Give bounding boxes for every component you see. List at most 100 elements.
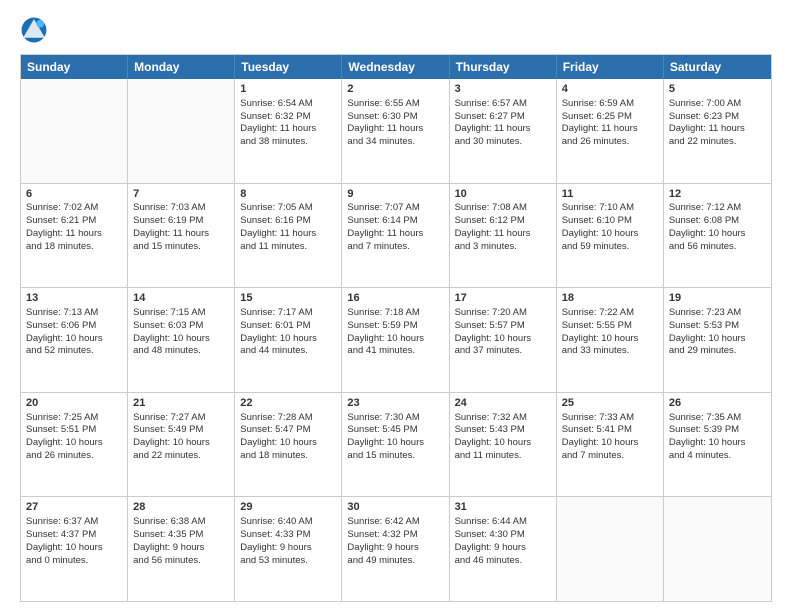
day-info-line: Sunset: 5:57 PM xyxy=(455,320,551,333)
day-number: 8 xyxy=(240,187,336,202)
day-info-line: and 7 minutes. xyxy=(347,241,443,254)
day-info-line: Daylight: 10 hours xyxy=(455,333,551,346)
day-info-line: Sunset: 5:41 PM xyxy=(562,424,658,437)
day-info-line: Sunrise: 7:17 AM xyxy=(240,307,336,320)
day-number: 22 xyxy=(240,396,336,411)
day-info-line: Sunset: 5:51 PM xyxy=(26,424,122,437)
day-info-line: Sunset: 5:53 PM xyxy=(669,320,766,333)
day-info-line: and 30 minutes. xyxy=(455,136,551,149)
day-cell-7: 7Sunrise: 7:03 AMSunset: 6:19 PMDaylight… xyxy=(128,184,235,288)
day-number: 13 xyxy=(26,291,122,306)
day-cell-8: 8Sunrise: 7:05 AMSunset: 6:16 PMDaylight… xyxy=(235,184,342,288)
day-info-line: Sunrise: 7:10 AM xyxy=(562,202,658,215)
day-info-line: Sunset: 6:06 PM xyxy=(26,320,122,333)
day-info-line: and 18 minutes. xyxy=(240,450,336,463)
day-info-line: Sunrise: 7:07 AM xyxy=(347,202,443,215)
empty-cell xyxy=(128,79,235,183)
day-info-line: Sunset: 5:45 PM xyxy=(347,424,443,437)
day-number: 21 xyxy=(133,396,229,411)
day-info-line: and 26 minutes. xyxy=(26,450,122,463)
day-info-line: Sunset: 6:25 PM xyxy=(562,111,658,124)
day-cell-14: 14Sunrise: 7:15 AMSunset: 6:03 PMDayligh… xyxy=(128,288,235,392)
day-info-line: and 0 minutes. xyxy=(26,555,122,568)
day-info-line: and 37 minutes. xyxy=(455,345,551,358)
day-info-line: and 52 minutes. xyxy=(26,345,122,358)
day-info-line: and 11 minutes. xyxy=(240,241,336,254)
day-info-line: Sunset: 6:10 PM xyxy=(562,215,658,228)
day-info-line: Sunset: 6:23 PM xyxy=(669,111,766,124)
day-info-line: Sunset: 6:08 PM xyxy=(669,215,766,228)
day-cell-12: 12Sunrise: 7:12 AMSunset: 6:08 PMDayligh… xyxy=(664,184,771,288)
day-number: 20 xyxy=(26,396,122,411)
day-cell-18: 18Sunrise: 7:22 AMSunset: 5:55 PMDayligh… xyxy=(557,288,664,392)
logo xyxy=(20,16,52,44)
day-cell-16: 16Sunrise: 7:18 AMSunset: 5:59 PMDayligh… xyxy=(342,288,449,392)
day-cell-13: 13Sunrise: 7:13 AMSunset: 6:06 PMDayligh… xyxy=(21,288,128,392)
day-number: 27 xyxy=(26,500,122,515)
day-number: 24 xyxy=(455,396,551,411)
weekday-header-wednesday: Wednesday xyxy=(342,55,449,79)
day-number: 30 xyxy=(347,500,443,515)
day-info-line: Sunset: 5:49 PM xyxy=(133,424,229,437)
header xyxy=(20,16,772,44)
day-cell-28: 28Sunrise: 6:38 AMSunset: 4:35 PMDayligh… xyxy=(128,497,235,601)
day-info-line: and 3 minutes. xyxy=(455,241,551,254)
day-cell-21: 21Sunrise: 7:27 AMSunset: 5:49 PMDayligh… xyxy=(128,393,235,497)
day-number: 1 xyxy=(240,82,336,97)
calendar-header: SundayMondayTuesdayWednesdayThursdayFrid… xyxy=(21,55,771,79)
weekday-header-sunday: Sunday xyxy=(21,55,128,79)
day-cell-6: 6Sunrise: 7:02 AMSunset: 6:21 PMDaylight… xyxy=(21,184,128,288)
day-cell-19: 19Sunrise: 7:23 AMSunset: 5:53 PMDayligh… xyxy=(664,288,771,392)
day-number: 16 xyxy=(347,291,443,306)
day-cell-22: 22Sunrise: 7:28 AMSunset: 5:47 PMDayligh… xyxy=(235,393,342,497)
day-info-line: Sunrise: 6:38 AM xyxy=(133,516,229,529)
day-cell-3: 3Sunrise: 6:57 AMSunset: 6:27 PMDaylight… xyxy=(450,79,557,183)
day-info-line: Daylight: 10 hours xyxy=(562,228,658,241)
day-cell-27: 27Sunrise: 6:37 AMSunset: 4:37 PMDayligh… xyxy=(21,497,128,601)
day-number: 6 xyxy=(26,187,122,202)
day-info-line: and 46 minutes. xyxy=(455,555,551,568)
day-info-line: Daylight: 10 hours xyxy=(240,437,336,450)
day-info-line: Daylight: 10 hours xyxy=(133,437,229,450)
day-info-line: Sunset: 6:03 PM xyxy=(133,320,229,333)
day-info-line: Sunset: 5:59 PM xyxy=(347,320,443,333)
day-info-line: Sunrise: 6:57 AM xyxy=(455,98,551,111)
day-number: 15 xyxy=(240,291,336,306)
weekday-header-friday: Friday xyxy=(557,55,664,79)
day-info-line: Sunset: 6:12 PM xyxy=(455,215,551,228)
day-info-line: Sunrise: 7:02 AM xyxy=(26,202,122,215)
day-number: 26 xyxy=(669,396,766,411)
day-info-line: Sunrise: 7:33 AM xyxy=(562,412,658,425)
day-number: 25 xyxy=(562,396,658,411)
day-info-line: Sunrise: 7:27 AM xyxy=(133,412,229,425)
day-number: 28 xyxy=(133,500,229,515)
day-info-line: and 4 minutes. xyxy=(669,450,766,463)
day-info-line: and 53 minutes. xyxy=(240,555,336,568)
day-cell-4: 4Sunrise: 6:59 AMSunset: 6:25 PMDaylight… xyxy=(557,79,664,183)
empty-cell xyxy=(664,497,771,601)
day-info-line: Sunrise: 6:59 AM xyxy=(562,98,658,111)
day-info-line: and 26 minutes. xyxy=(562,136,658,149)
day-info-line: and 11 minutes. xyxy=(455,450,551,463)
day-info-line: Sunrise: 7:08 AM xyxy=(455,202,551,215)
day-info-line: Daylight: 11 hours xyxy=(347,123,443,136)
day-info-line: and 34 minutes. xyxy=(347,136,443,149)
day-number: 2 xyxy=(347,82,443,97)
day-info-line: Sunrise: 6:40 AM xyxy=(240,516,336,529)
day-number: 11 xyxy=(562,187,658,202)
day-info-line: Sunrise: 7:13 AM xyxy=(26,307,122,320)
day-info-line: Sunrise: 7:25 AM xyxy=(26,412,122,425)
day-number: 5 xyxy=(669,82,766,97)
day-number: 23 xyxy=(347,396,443,411)
day-info-line: Sunrise: 7:12 AM xyxy=(669,202,766,215)
day-info-line: Sunrise: 7:28 AM xyxy=(240,412,336,425)
day-info-line: and 41 minutes. xyxy=(347,345,443,358)
day-number: 12 xyxy=(669,187,766,202)
day-info-line: Sunset: 4:35 PM xyxy=(133,529,229,542)
day-info-line: Sunset: 4:37 PM xyxy=(26,529,122,542)
day-cell-11: 11Sunrise: 7:10 AMSunset: 6:10 PMDayligh… xyxy=(557,184,664,288)
day-info-line: and 48 minutes. xyxy=(133,345,229,358)
day-cell-9: 9Sunrise: 7:07 AMSunset: 6:14 PMDaylight… xyxy=(342,184,449,288)
weekday-header-monday: Monday xyxy=(128,55,235,79)
day-info-line: Daylight: 10 hours xyxy=(669,437,766,450)
